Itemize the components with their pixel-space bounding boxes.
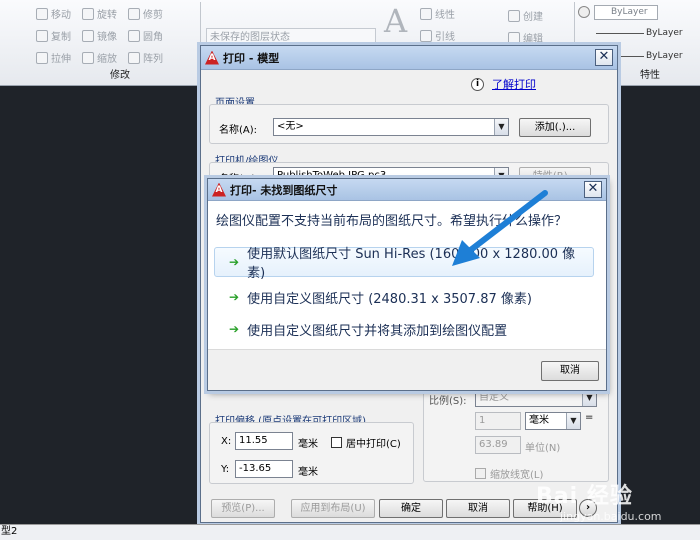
layout-tab[interactable]: 型2	[1, 526, 17, 537]
annotation-arrow-shaft	[465, 190, 548, 255]
baidu-watermark: Bai 经验	[536, 484, 633, 509]
annotation-arrow	[452, 190, 548, 266]
status-bar: 型2	[0, 524, 700, 540]
baidu-watermark-url: jingyan.baidu.com	[560, 510, 662, 523]
